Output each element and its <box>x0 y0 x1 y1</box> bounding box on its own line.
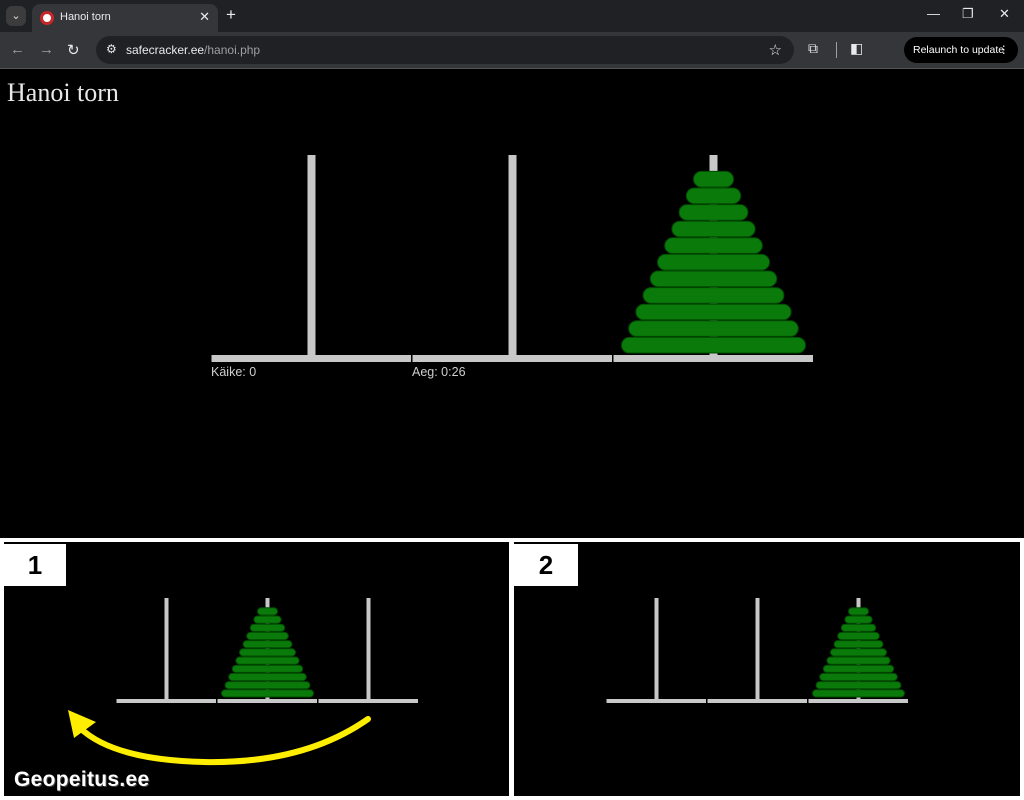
peg-base <box>808 699 908 703</box>
forward-icon[interactable]: → <box>39 41 54 58</box>
disk[interactable] <box>657 253 770 271</box>
move-arrow <box>77 716 371 766</box>
hanoi-board[interactable] <box>0 69 1024 539</box>
relaunch-label: Relaunch to update <box>913 44 1005 56</box>
peg-base <box>606 699 706 703</box>
back-icon[interactable]: ← <box>10 41 25 58</box>
address-bar[interactable]: ⚙ safecracker.ee/hanoi.php ☆ <box>96 36 794 64</box>
peg-rod[interactable] <box>366 598 371 699</box>
disk[interactable] <box>664 237 763 254</box>
panel-2-board <box>606 598 908 703</box>
disk[interactable] <box>812 689 905 698</box>
tab-close-icon[interactable]: ✕ <box>199 9 210 25</box>
tab-strip: ⌄ Hanoi torn ✕ + — ❐ ✕ <box>0 0 1024 32</box>
peg-base <box>613 355 813 362</box>
disk[interactable] <box>642 287 785 304</box>
peg-rod[interactable] <box>508 155 517 355</box>
tab-active[interactable]: Hanoi torn ✕ <box>32 4 218 32</box>
disk[interactable] <box>830 648 887 657</box>
disk[interactable] <box>228 672 307 682</box>
url-domain: safecracker.ee <box>126 43 205 57</box>
disk[interactable] <box>249 623 286 632</box>
relaunch-button[interactable]: Relaunch to update ⋮ <box>904 37 1018 63</box>
disk[interactable] <box>833 640 884 649</box>
disk[interactable] <box>257 607 278 616</box>
disk[interactable] <box>848 607 869 616</box>
disk[interactable] <box>253 615 282 624</box>
peg-rod[interactable] <box>307 155 316 355</box>
peg-base <box>707 699 807 703</box>
tab-title: Hanoi torn <box>60 11 111 23</box>
disk[interactable] <box>840 623 877 632</box>
disk[interactable] <box>221 689 314 698</box>
disk[interactable] <box>628 320 799 337</box>
site-favicon-icon <box>40 11 54 25</box>
minimize-icon[interactable]: — <box>927 6 940 21</box>
disk[interactable] <box>246 631 289 641</box>
url-text[interactable]: safecracker.ee/hanoi.php <box>126 43 260 57</box>
restore-icon[interactable]: ❐ <box>962 6 974 22</box>
panel-2: 2 <box>514 542 1020 796</box>
disk[interactable] <box>239 648 296 657</box>
disk[interactable] <box>231 664 304 673</box>
peg-base <box>318 699 418 703</box>
peg-base <box>211 355 411 362</box>
disk[interactable] <box>844 615 873 624</box>
disk[interactable] <box>235 656 300 665</box>
disk[interactable] <box>242 640 293 649</box>
peg-base <box>412 355 612 362</box>
panel-1-board <box>68 598 418 766</box>
browser-toolbar: ← → ↻ ⚙ safecracker.ee/hanoi.php ☆ ⧉ ◧ R… <box>0 32 1024 68</box>
disk[interactable] <box>837 631 880 641</box>
peg-rod[interactable] <box>755 598 760 699</box>
page-content: Hanoi torn Käike: 0 Aeg: 0:26 <box>0 68 1024 538</box>
extensions-icon[interactable]: ⧉ <box>808 40 818 57</box>
site-info-icon[interactable]: ⚙ <box>106 42 117 56</box>
disk[interactable] <box>678 204 749 221</box>
new-tab-icon[interactable]: + <box>226 5 236 25</box>
instruction-panels: 1 Geopeitus.ee 2 <box>0 538 1024 800</box>
close-icon[interactable]: ✕ <box>999 6 1010 22</box>
peg-rod[interactable] <box>654 598 659 699</box>
moves-counter: Käike: 0 <box>211 365 257 379</box>
tab-search-icon[interactable]: ⌄ <box>6 6 26 26</box>
peg-base <box>217 699 317 703</box>
disk[interactable] <box>649 270 778 288</box>
disk[interactable] <box>693 170 734 188</box>
bookmark-star-icon[interactable]: ☆ <box>769 41 782 59</box>
menu-dots-icon[interactable]: ⋮ <box>999 37 1010 63</box>
disk[interactable] <box>826 656 891 665</box>
reload-icon[interactable]: ↻ <box>67 41 80 59</box>
toolbar-separator <box>836 42 837 58</box>
disk[interactable] <box>819 672 898 682</box>
time-counter: Aeg: 0:26 <box>412 365 466 379</box>
disk[interactable] <box>822 664 895 673</box>
disk[interactable] <box>621 336 806 354</box>
disk[interactable] <box>635 303 792 321</box>
peg-base <box>116 699 216 703</box>
disk[interactable] <box>671 220 756 238</box>
disk[interactable] <box>685 187 742 205</box>
watermark: Geopeitus.ee <box>14 768 150 791</box>
peg-rod[interactable] <box>164 598 169 699</box>
disk[interactable] <box>224 681 311 690</box>
disk[interactable] <box>815 681 902 690</box>
url-path: /hanoi.php <box>204 43 261 57</box>
side-panel-icon[interactable]: ◧ <box>850 40 863 57</box>
panel-1: 1 Geopeitus.ee <box>4 542 509 796</box>
